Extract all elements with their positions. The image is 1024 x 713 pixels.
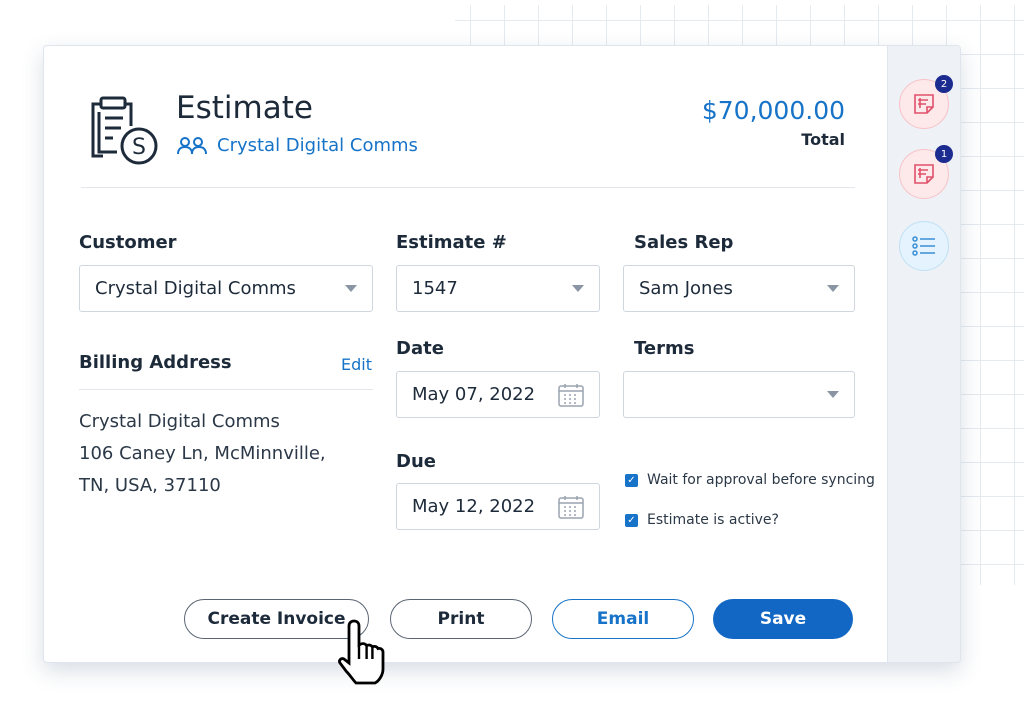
hand-pointer-cursor-icon: [338, 619, 385, 685]
customer-value: Crystal Digital Comms: [95, 278, 296, 299]
divider: [81, 187, 855, 188]
estimate-number-select[interactable]: 1547: [396, 265, 600, 312]
sales-rep-select[interactable]: Sam Jones: [623, 265, 855, 312]
customer-label: Customer: [79, 232, 177, 253]
checkbox-checked-icon[interactable]: ✓: [625, 513, 638, 527]
calendar-icon[interactable]: [558, 383, 584, 407]
date-label: Date: [396, 338, 444, 359]
sales-rep-value: Sam Jones: [639, 278, 733, 299]
chevron-down-icon: [827, 391, 839, 398]
due-date-value: May 12, 2022: [412, 496, 536, 517]
date-value: May 07, 2022: [412, 384, 536, 405]
notification-badge: 2: [935, 75, 953, 93]
chevron-down-icon: [572, 285, 584, 292]
list-icon: [912, 236, 935, 256]
estimate-card: S Estimate Crystal Digital Comms $70,000…: [43, 45, 961, 663]
checkbox-label: Wait for approval before syncing: [647, 472, 875, 488]
note-icon: [914, 94, 934, 114]
address-line: Crystal Digital Comms: [79, 411, 280, 432]
calendar-icon[interactable]: [558, 495, 584, 519]
address-line: TN, USA, 37110: [79, 475, 221, 496]
chevron-down-icon: [827, 285, 839, 292]
svg-text:S: S: [132, 135, 146, 160]
customer-link[interactable]: Crystal Digital Comms: [177, 135, 418, 156]
save-button[interactable]: Save: [713, 599, 853, 639]
checkbox-label: Estimate is active?: [647, 512, 779, 528]
total-label: Total: [801, 130, 845, 149]
address-line: 106 Caney Ln, McMinnville,: [79, 443, 326, 464]
notification-badge: 1: [935, 145, 953, 163]
sales-rep-label: Sales Rep: [634, 232, 734, 253]
edit-billing-link[interactable]: Edit: [341, 355, 372, 374]
billing-address: Crystal Digital Comms 106 Caney Ln, McMi…: [79, 406, 326, 502]
customer-link-label: Crystal Digital Comms: [217, 135, 418, 156]
date-input[interactable]: May 07, 2022: [396, 371, 600, 418]
list-button[interactable]: [899, 221, 949, 271]
page-title: Estimate: [176, 90, 313, 126]
wait-approval-checkbox[interactable]: ✓ Wait for approval before syncing: [625, 472, 875, 488]
notes-button[interactable]: 1: [899, 145, 953, 199]
customer-select[interactable]: Crystal Digital Comms: [79, 265, 373, 312]
users-icon: [177, 136, 207, 154]
estimate-document-icon: S: [91, 96, 158, 165]
email-button[interactable]: Email: [552, 599, 694, 639]
estimate-number-value: 1547: [412, 278, 458, 299]
checkbox-checked-icon[interactable]: ✓: [625, 473, 638, 487]
side-panel: 2 1: [887, 46, 960, 662]
divider: [79, 389, 373, 390]
due-label: Due: [396, 451, 436, 472]
chevron-down-icon: [345, 285, 357, 292]
notes-button[interactable]: 2: [899, 75, 953, 129]
due-date-input[interactable]: May 12, 2022: [396, 483, 600, 530]
estimate-number-label: Estimate #: [396, 232, 507, 253]
total-amount: $70,000.00: [701, 96, 845, 125]
terms-select[interactable]: [623, 371, 855, 418]
note-icon: [914, 164, 934, 184]
terms-label: Terms: [634, 338, 695, 359]
billing-address-label: Billing Address: [79, 352, 232, 373]
estimate-active-checkbox[interactable]: ✓ Estimate is active?: [625, 512, 779, 528]
print-button[interactable]: Print: [390, 599, 532, 639]
